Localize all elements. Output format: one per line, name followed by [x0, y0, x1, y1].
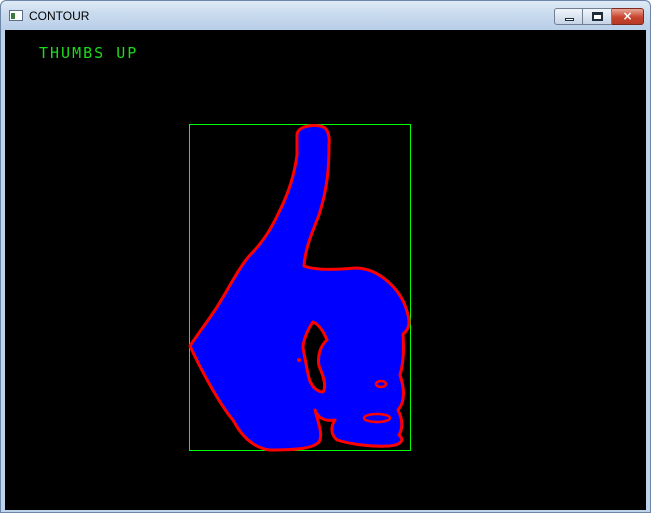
app-icon — [9, 10, 23, 21]
maximize-icon — [592, 12, 603, 21]
close-button[interactable]: × — [612, 8, 644, 25]
image-canvas: THUMBS UP — [5, 30, 646, 510]
gesture-label: THUMBS UP — [39, 44, 139, 62]
contour-image — [188, 124, 411, 452]
inner-contour — [362, 412, 392, 424]
hand-contour — [188, 124, 411, 452]
caption-buttons: × — [554, 8, 644, 25]
minimize-button[interactable] — [554, 8, 583, 25]
inner-contour — [374, 379, 388, 389]
title-bar[interactable]: CONTOUR × — [1, 1, 650, 30]
window-title: CONTOUR — [29, 9, 90, 23]
close-icon: × — [622, 9, 633, 23]
inner-contour — [297, 358, 301, 362]
window: CONTOUR × THUMBS UP — [0, 0, 651, 513]
maximize-button[interactable] — [583, 8, 612, 25]
minimize-icon — [565, 18, 574, 21]
